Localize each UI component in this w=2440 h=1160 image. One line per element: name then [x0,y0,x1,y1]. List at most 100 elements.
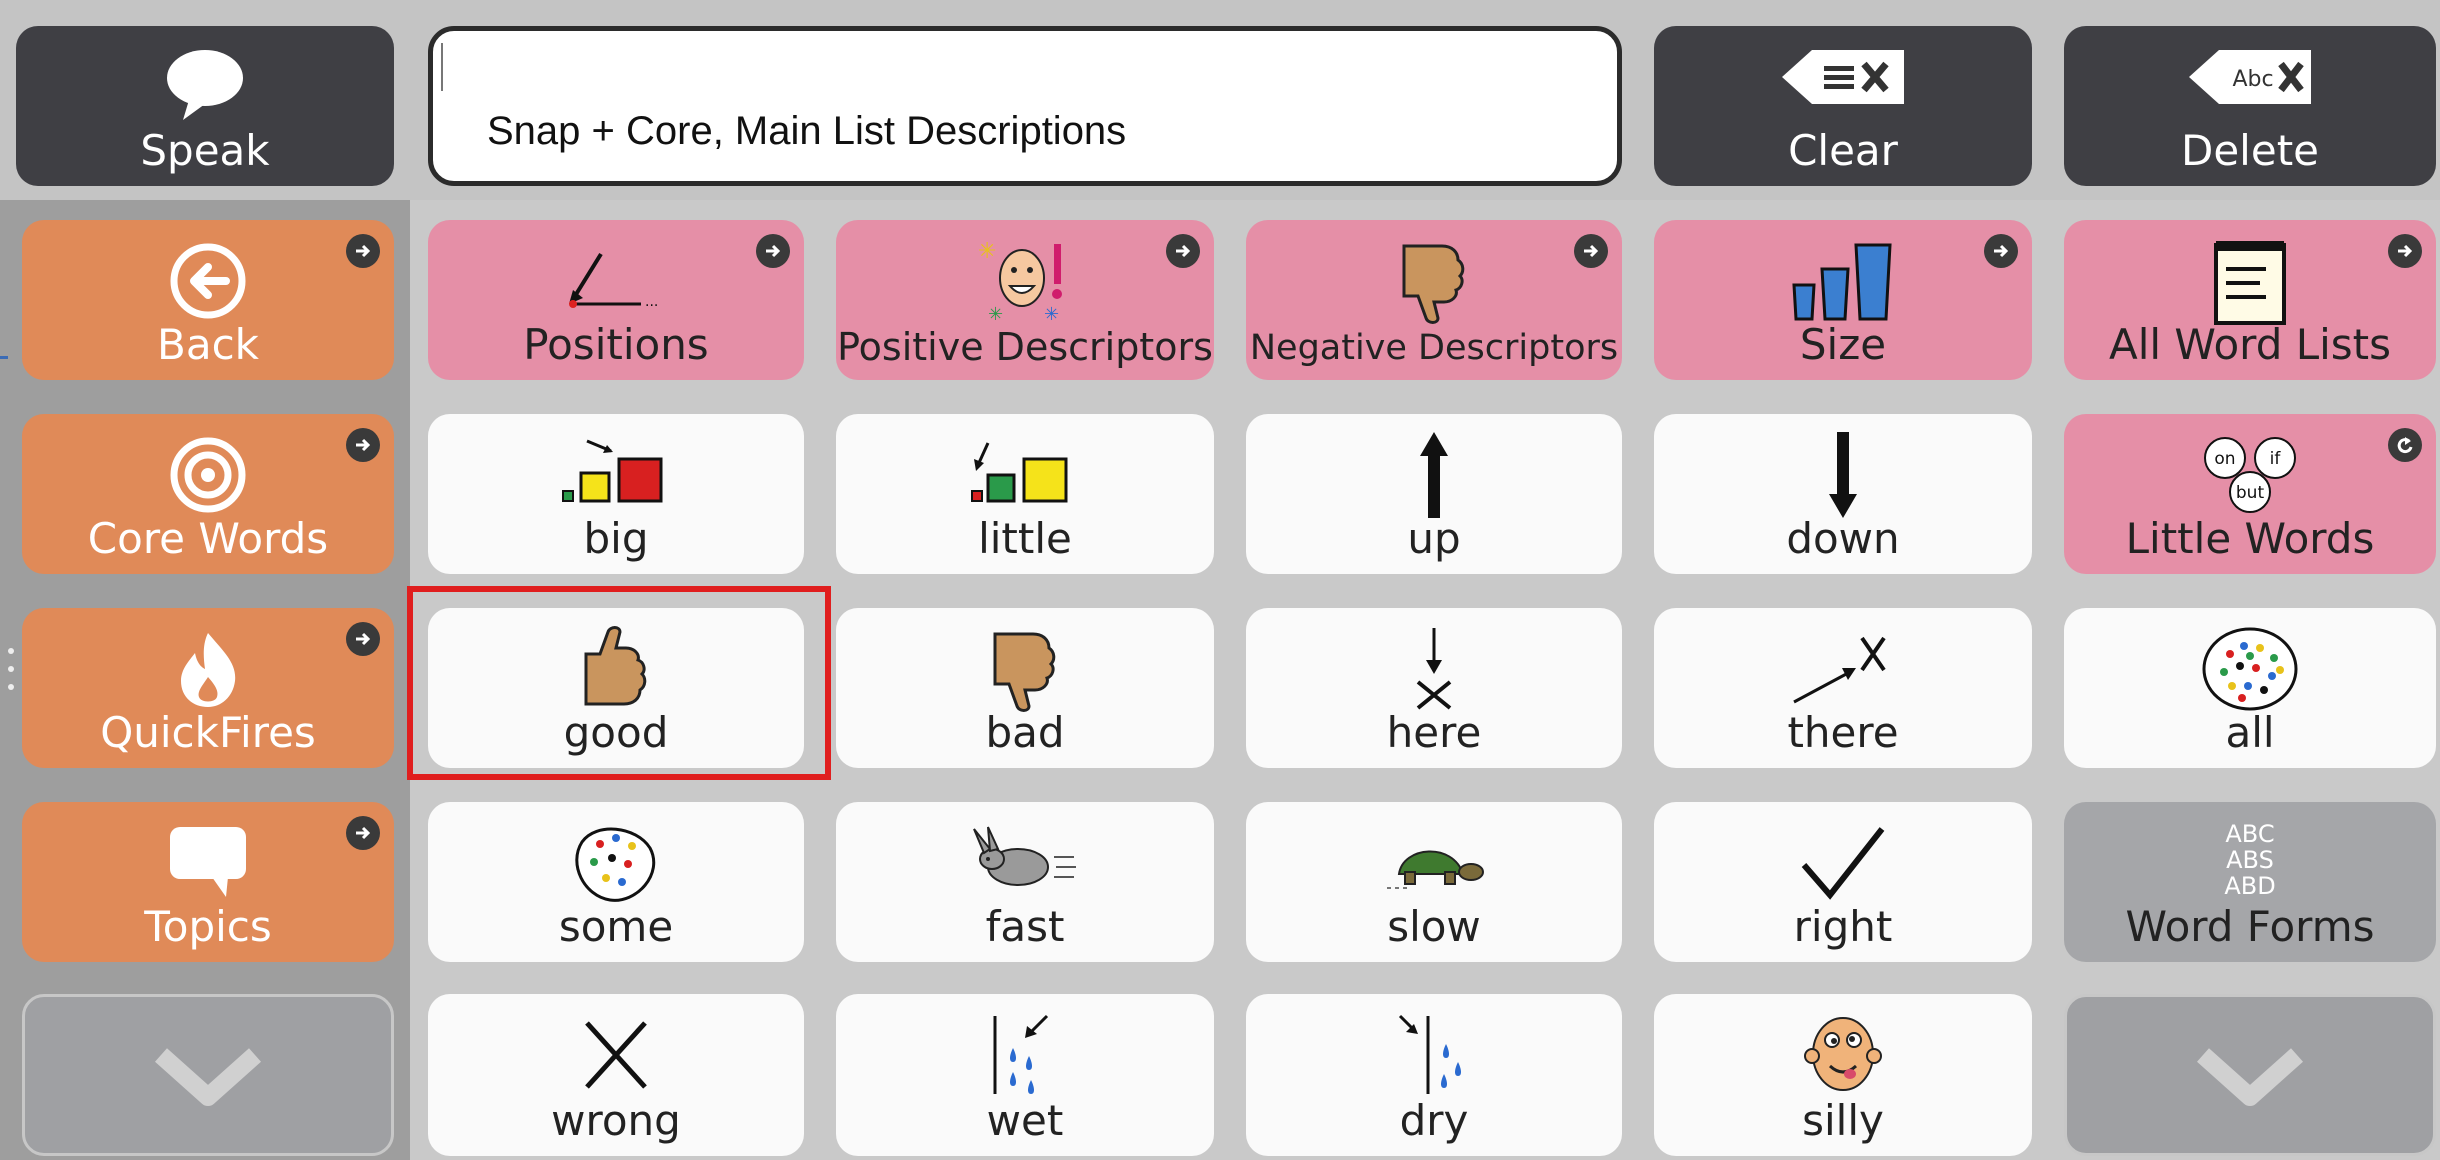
word-bad[interactable]: bad [836,608,1214,768]
silly-face-icon [1654,1006,2032,1104]
word-wrong[interactable]: wrong [428,994,804,1156]
word-label: fast [985,902,1065,951]
category-label: Positive Descriptors [837,325,1213,369]
word-label: right [1793,902,1893,951]
svg-text:✳: ✳ [978,239,996,264]
bubble-on: on [2214,449,2235,469]
message-window[interactable]: Snap + Core, Main List Descriptions [428,26,1622,186]
svg-text:...: ... [645,294,658,310]
word-dry[interactable]: dry [1246,994,1622,1156]
category-size[interactable]: Size [1654,220,2032,380]
delete-label: Delete [2181,126,2319,175]
abc-line-2: ABS [2226,846,2274,874]
little-words-label: Little Words [2125,514,2375,563]
word-right[interactable]: right [1654,802,2032,962]
word-silly[interactable]: silly [1654,994,2032,1156]
speak-button[interactable]: Speak [16,26,394,186]
svg-text:✳: ✳ [1044,304,1059,325]
back-button[interactable]: Back [22,220,394,380]
word-label: some [558,902,674,951]
chevron-down-icon [25,1027,391,1127]
chevron-down-icon [2067,1027,2433,1127]
text-cursor [441,43,443,91]
word-fast[interactable]: fast [836,802,1214,962]
there-arrow-icon [1654,620,2032,718]
word-down[interactable]: down [1654,414,2032,574]
word-wet[interactable]: wet [836,994,1214,1156]
delete-button[interactable]: Abc Delete [2064,26,2436,186]
category-label: All Word Lists [2108,320,2392,369]
notepad-icon [2064,232,2436,330]
word-label: wrong [551,1096,681,1145]
quickfires-button[interactable]: QuickFires [22,608,394,768]
word-up[interactable]: up [1246,414,1622,574]
x-mark-icon [428,1006,804,1104]
word-label: here [1386,708,1482,757]
little-words-button[interactable]: on if but Little Words [2064,414,2436,574]
word-little[interactable]: little [836,414,1214,574]
little-words-icon: on if but [2064,426,2436,524]
little-squares-icon [836,426,1214,524]
position-arrow-icon: ... [428,232,804,330]
word-some[interactable]: some [428,802,804,962]
word-label: there [1787,708,1899,757]
word-there[interactable]: there [1654,608,2032,768]
edge-line [0,356,8,359]
word-forms-button[interactable]: ABC ABS ABD Word Forms [2064,802,2436,962]
abc-line-3: ABD [2224,872,2275,900]
word-slow[interactable]: slow [1246,802,1622,962]
arrow-down-icon [1654,426,2032,524]
category-label: Positions [523,320,709,369]
selection-highlight [407,586,831,780]
thumbs-down-icon [1246,232,1622,330]
category-positions[interactable]: ... Positions [428,220,804,380]
category-negative-descriptors[interactable]: Negative Descriptors [1246,220,1622,380]
word-label: slow [1387,902,1481,951]
rabbit-icon [836,814,1214,912]
core-words-label: Core Words [87,514,329,563]
clear-label: Clear [1788,126,1898,175]
word-here[interactable]: here [1246,608,1622,768]
clear-button[interactable]: Clear [1654,26,2032,186]
fire-icon [22,620,394,718]
message-text: Snap + Core, Main List Descriptions [487,109,1127,153]
drying-drops-icon [1246,1006,1622,1104]
happy-face-icon: ✳ ✳ ✳ [836,232,1214,330]
water-drops-icon [836,1006,1214,1104]
abc-line-1: ABC [2225,820,2274,848]
speak-label: Speak [140,126,270,175]
core-words-button[interactable]: Core Words [22,414,394,574]
word-big[interactable]: big [428,414,804,574]
delete-icon-text: Abc [2232,67,2273,92]
back-circle-icon [22,232,394,330]
check-mark-icon [1654,814,2032,912]
word-label: up [1407,514,1461,563]
svg-text:✳: ✳ [988,304,1003,325]
scroll-down-button-left[interactable] [22,994,394,1156]
category-label: Size [1799,320,1887,369]
word-label: big [583,514,649,563]
topics-button[interactable]: Topics [22,802,394,962]
word-all[interactable]: all [2064,608,2436,768]
delete-word-icon: Abc [2064,42,2436,112]
some-dots-icon [428,814,804,912]
word-label: dry [1399,1096,1469,1145]
back-label: Back [157,320,259,369]
clear-line-icon [1654,42,2032,112]
word-label: silly [1802,1096,1884,1145]
target-icon [22,426,394,524]
bubble-if: if [2270,449,2282,469]
quickfires-label: QuickFires [100,708,316,757]
category-label: Negative Descriptors [1249,328,1619,368]
abc-forms-icon: ABC ABS ABD [2064,814,2436,912]
all-dots-icon [2064,620,2436,718]
thumbs-down-icon [836,620,1214,718]
side-handle[interactable] [8,648,14,702]
turtle-icon [1246,814,1622,912]
scroll-down-button-right[interactable] [2064,994,2436,1156]
category-all-word-lists[interactable]: All Word Lists [2064,220,2436,380]
chat-bubble-icon [22,814,394,912]
word-label: wet [986,1096,1064,1145]
category-positive-descriptors[interactable]: ✳ ✳ ✳ Positive Descriptors [836,220,1214,380]
big-squares-icon [428,426,804,524]
